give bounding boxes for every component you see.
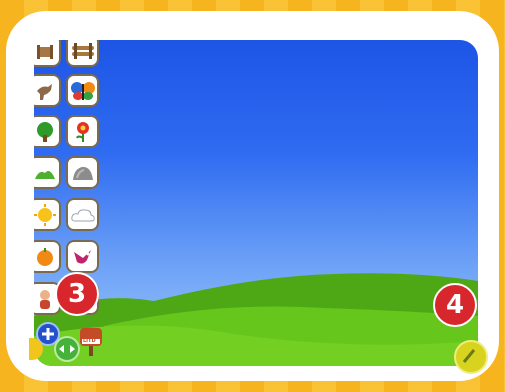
stamp-tile[interactable] [66,198,99,231]
orange-icon [36,247,53,266]
butterfly-icon [70,81,95,100]
stamp-tile[interactable] [34,115,61,148]
arrow-icon [462,349,476,363]
person-icon [39,289,50,309]
tree-icon [36,121,53,142]
next-button[interactable] [454,340,488,374]
cloud-icon [70,208,95,221]
stamp-tile[interactable] [66,156,99,189]
bird-icon [73,249,91,264]
flower-icon [75,121,89,142]
horse-icon [36,83,52,100]
step-badge-right: 4 [433,283,477,327]
rock-icon [72,166,93,180]
stamp-tile[interactable] [66,74,99,107]
mailbox-label: LITD [83,338,96,344]
scroll-toggle-button[interactable] [54,336,80,362]
left-right-arrows-icon [59,345,75,353]
stamp-tile[interactable] [34,240,61,273]
stamp-tile[interactable] [66,40,99,67]
step-badge-left: 3 [55,272,99,316]
stamp-palette [34,40,108,366]
mailbox-button[interactable]: LITD [78,326,104,358]
stamp-tile[interactable] [34,198,61,231]
fence-icon [36,44,53,59]
stamp-tile[interactable] [34,156,61,189]
bush-icon [34,170,55,179]
stamp-tile[interactable] [66,115,99,148]
log-fence-icon [71,42,94,59]
sun-icon [34,203,56,226]
plus-icon [42,328,54,340]
stamp-tile[interactable] [34,40,61,67]
stamp-tile[interactable] [34,74,61,107]
stamp-tile[interactable] [66,240,99,273]
